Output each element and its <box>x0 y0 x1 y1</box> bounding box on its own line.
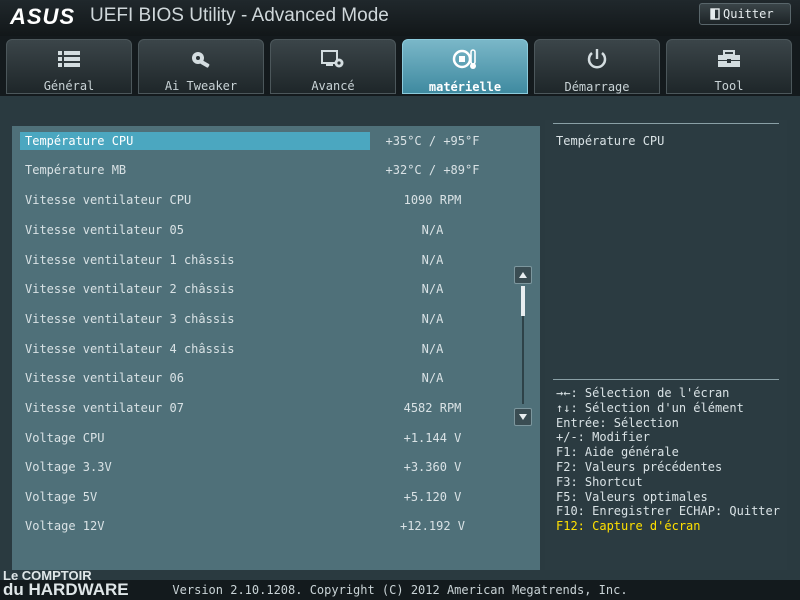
tab-hardware-monitor[interactable]: matérielle <box>402 39 528 94</box>
tab-label: matérielle <box>428 80 502 94</box>
row-label: Vitesse ventilateur 07 <box>25 401 184 415</box>
help-divider-top <box>553 123 779 124</box>
key-hint: F10: Enregistrer ECHAP: Quitter <box>556 504 780 519</box>
row-value: N/A <box>421 223 444 237</box>
monitor-row-cpu-fan[interactable]: Vitesse ventilateur CPU 1090 RPM <box>20 191 510 209</box>
row-label: Vitesse ventilateur 2 châssis <box>25 282 235 296</box>
row-label: Température CPU <box>25 134 134 148</box>
tab-tool[interactable]: Tool <box>666 39 792 94</box>
tab-label: Ai Tweaker <box>164 79 238 93</box>
monitor-row-fan-05[interactable]: Vitesse ventilateur 05 N/A <box>20 221 510 239</box>
tab-ai-tweaker[interactable]: Ai Tweaker <box>138 39 264 94</box>
row-value: +1.144 V <box>403 431 462 445</box>
scroll-up-button[interactable] <box>514 266 532 284</box>
row-value: +32°C / +89°F <box>385 163 480 177</box>
tab-advanced[interactable]: Avancé <box>270 39 396 94</box>
key-hint: Entrée: Sélection <box>556 415 679 430</box>
key-hint: F5: Valeurs optimales <box>556 489 708 504</box>
scroll-down-button[interactable] <box>514 408 532 426</box>
monitor-row-cpu-temp[interactable]: Température CPU +35°C / +95°F <box>20 132 510 150</box>
monitor-row-voltage-3v3[interactable]: Voltage 3.3V +3.360 V <box>20 458 510 476</box>
watermark-logo: Le COMPTOIR du HARDWARE <box>3 568 129 600</box>
title-bar: ASUS UEFI BIOS Utility - Advanced Mode Q… <box>0 0 800 36</box>
monitor-row-voltage-5v[interactable]: Voltage 5V +5.120 V <box>20 488 510 506</box>
key-hint: F1: Aide générale <box>556 445 679 460</box>
exit-button[interactable]: Quitter <box>699 3 791 25</box>
key-hint: +/-: Modifier <box>556 430 650 445</box>
key-hint-screenshot: F12: Capture d'écran <box>556 519 701 534</box>
tab-label: Avancé <box>311 79 355 93</box>
watermark-line: du HARDWARE <box>3 580 129 599</box>
row-value: +12.192 V <box>399 519 466 533</box>
scrollbar-thumb[interactable] <box>521 286 525 316</box>
key-hint: F2: Valeurs précédentes <box>556 459 723 474</box>
row-value: 1090 RPM <box>403 193 462 207</box>
row-label: Température MB <box>25 163 127 177</box>
row-value: N/A <box>421 342 444 356</box>
tab-boot[interactable]: Démarrage <box>534 39 660 94</box>
row-label: Voltage 12V <box>25 519 105 533</box>
help-title: Température CPU <box>556 134 665 148</box>
row-value: N/A <box>421 253 444 267</box>
row-value: 4582 RPM <box>403 401 462 415</box>
monitor-row-fan-06[interactable]: Vitesse ventilateur 06 N/A <box>20 369 510 387</box>
key-hint: →←: Sélection de l'écran <box>556 386 730 400</box>
arrow-up-icon <box>519 272 527 278</box>
monitor-row-voltage-cpu[interactable]: Voltage CPU +1.144 V <box>20 429 510 447</box>
row-label: Vitesse ventilateur 06 <box>25 371 184 385</box>
monitor-row-mb-temp[interactable]: Température MB +32°C / +89°F <box>20 161 510 179</box>
main-tabs: Général Ai Tweaker Avancé matérielle Dém… <box>0 38 800 96</box>
row-label: Vitesse ventilateur CPU <box>25 193 192 207</box>
exit-label: Quitter <box>723 7 774 21</box>
row-label: Vitesse ventilateur 3 châssis <box>25 312 235 326</box>
power-icon <box>586 48 608 70</box>
monitor-row-voltage-12v[interactable]: Voltage 12V +12.192 V <box>20 517 510 535</box>
key-hint: F3: Shortcut <box>556 474 643 489</box>
ai-tweaker-icon <box>189 48 213 69</box>
monitor-row-chassis-fan-1[interactable]: Vitesse ventilateur 1 châssis N/A <box>20 251 510 269</box>
key-hint: ↑↓: Sélection d'un élément <box>556 400 744 415</box>
row-value: N/A <box>421 282 444 296</box>
monitor-row-chassis-fan-3[interactable]: Vitesse ventilateur 3 châssis N/A <box>20 310 510 328</box>
tab-label: Tool <box>714 79 744 93</box>
row-label: Voltage 3.3V <box>25 460 112 474</box>
row-value: N/A <box>421 312 444 326</box>
key-legend: →←: Sélection de l'écran ↑↓: Sélection d… <box>556 386 780 534</box>
row-label: Vitesse ventilateur 05 <box>25 223 184 237</box>
advanced-icon <box>321 48 345 69</box>
row-label: Vitesse ventilateur 1 châssis <box>25 253 235 267</box>
row-label: Voltage CPU <box>25 431 105 445</box>
toolbox-icon <box>716 48 742 69</box>
app-title: UEFI BIOS Utility - Advanced Mode <box>90 5 389 26</box>
tab-label: Démarrage <box>564 80 630 94</box>
hardware-monitor-icon <box>452 48 478 70</box>
tab-general[interactable]: Général <box>6 39 132 94</box>
row-value: +5.120 V <box>403 490 462 504</box>
list-icon <box>58 48 80 69</box>
help-divider-keys <box>553 379 779 380</box>
row-label: Voltage 5V <box>25 490 98 504</box>
monitor-row-chassis-fan-4[interactable]: Vitesse ventilateur 4 châssis N/A <box>20 340 510 358</box>
row-value: +35°C / +95°F <box>385 134 480 148</box>
exit-icon <box>710 8 720 20</box>
monitor-row-chassis-fan-2[interactable]: Vitesse ventilateur 2 châssis N/A <box>20 280 510 298</box>
tab-label: Général <box>43 79 95 93</box>
row-value: +3.360 V <box>403 460 462 474</box>
asus-logo: ASUS <box>10 4 76 29</box>
monitor-row-fan-07[interactable]: Vitesse ventilateur 07 4582 RPM <box>20 399 510 417</box>
row-value: N/A <box>421 371 444 385</box>
row-label: Vitesse ventilateur 4 châssis <box>25 342 235 356</box>
arrow-down-icon <box>519 414 527 420</box>
